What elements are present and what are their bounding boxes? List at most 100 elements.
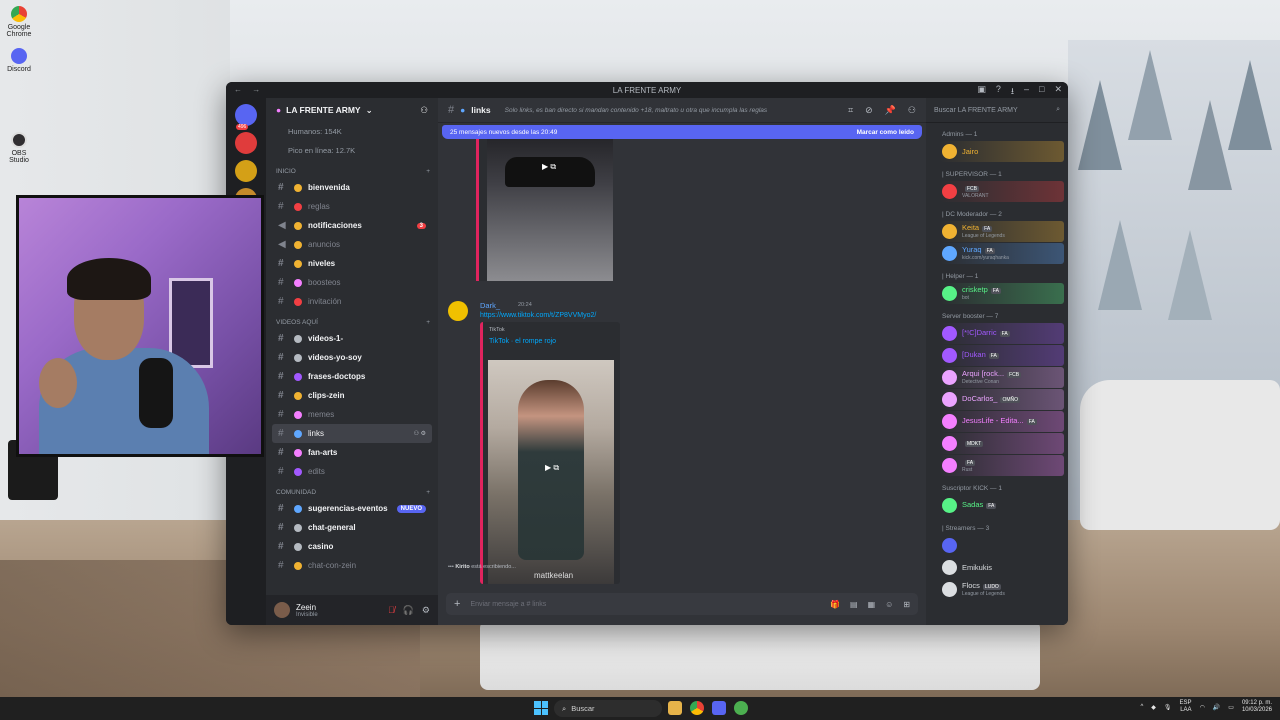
member-item[interactable]: [Dukan FA	[940, 345, 1064, 366]
new-messages-bar[interactable]: 25 mensajes nuevos desde las 20:49 Marca…	[442, 125, 922, 139]
channel-label: bienvenida	[308, 183, 350, 192]
mute-mic-icon[interactable]: 🎙̸	[388, 605, 395, 616]
add-member-icon[interactable]: ⚇	[420, 105, 428, 116]
server-icon[interactable]: 496	[235, 104, 257, 130]
mark-as-read-button[interactable]: Marcar como leído	[857, 129, 914, 136]
channel-reglas[interactable]: # reglas	[272, 197, 432, 216]
threads-icon[interactable]: ⌗	[848, 105, 853, 116]
channel-casino[interactable]: # casino	[272, 537, 432, 556]
avatar[interactable]	[448, 301, 468, 321]
channel-chat-general[interactable]: # chat-general	[272, 518, 432, 537]
member-item[interactable]: Flocs LUDO League of Legends	[940, 579, 1064, 600]
wifi-icon[interactable]: ◠	[1200, 704, 1205, 711]
channel-memes[interactable]: # memes	[272, 405, 432, 424]
search-input[interactable]: Buscar LA FRENTE ARMY ⌕	[926, 98, 1068, 123]
channel-category[interactable]: INICIO +	[266, 160, 438, 178]
channel-videos-yo-soy[interactable]: # videos-yo-soy	[272, 348, 432, 367]
apps-icon[interactable]: ⊞	[903, 600, 910, 609]
member-item[interactable]: Arqui [rock... FCB Detective Conan	[940, 367, 1064, 388]
message-composer[interactable]: + Enviar mensaje a # links 🎁 ▤ ▦ ☺ ⊞	[446, 593, 918, 615]
server-header[interactable]: ● LA FRENTE ARMY ⌄ ⚇	[266, 98, 438, 122]
member-item[interactable]: JesusLife - Edita... FA	[940, 411, 1064, 432]
member-item[interactable]: Yuraq FA kick.com/yuraqhanka	[940, 243, 1064, 264]
channel-edits[interactable]: # edits	[272, 462, 432, 481]
play-icon[interactable]: ▶ ⧉	[535, 159, 563, 175]
member-item[interactable]: FA Rust	[940, 455, 1064, 476]
member-item[interactable]: DoCarlos_ OMÑO	[940, 389, 1064, 410]
desktop-icon-chrome[interactable]: Google Chrome	[6, 6, 32, 38]
channel-category[interactable]: COMUNIDAD +	[266, 481, 438, 499]
tray-app-icon[interactable]: ◆	[1151, 704, 1156, 711]
channel-chat-con-zein[interactable]: # chat-con-zein	[272, 556, 432, 575]
channel-links[interactable]: # links ⚇ ⚙	[272, 424, 432, 443]
play-icon[interactable]: ▶ ⧉	[538, 460, 566, 476]
notification-mute-icon[interactable]: ⊘	[865, 105, 873, 116]
clock[interactable]: 09:12 p. m. 10/03/2026	[1242, 700, 1272, 714]
hash-icon: #	[278, 258, 284, 269]
channel-videos-1[interactable]: # videos-1-	[272, 329, 432, 348]
member-activity: Rust	[962, 466, 973, 473]
channel-fan-arts[interactable]: # fan-arts	[272, 443, 432, 462]
deafen-icon[interactable]: 🎧	[403, 605, 414, 616]
gif-icon[interactable]: ▤	[850, 600, 858, 609]
member-item[interactable]: Emikukis	[940, 557, 1064, 578]
composer-placeholder[interactable]: Enviar mensaje a # links	[470, 601, 546, 608]
chrome-icon[interactable]	[690, 701, 704, 715]
member-item[interactable]: MDKT	[940, 433, 1064, 454]
sticker-icon[interactable]: ▦	[868, 600, 876, 609]
channel-emoji-icon	[294, 467, 302, 476]
member-item[interactable]: Sadas FA	[940, 495, 1064, 516]
desktop-icon-discord[interactable]: Discord	[6, 48, 32, 73]
video-thumbnail[interactable]: ▶ ⧉	[487, 139, 613, 281]
member-list-icon[interactable]: ⚇	[908, 105, 916, 116]
nav-arrows[interactable]: ← →	[234, 85, 264, 94]
channel-notificaciones[interactable]: ◀ notificaciones 3	[272, 216, 432, 235]
channel-emoji-icon	[294, 334, 302, 343]
volume-icon[interactable]: 🔊	[1213, 704, 1220, 711]
channel-sugerencias-eventos[interactable]: # sugerencias-eventos NUEVO	[272, 499, 432, 518]
app-icon[interactable]	[734, 701, 748, 715]
add-channel-icon[interactable]: +	[426, 319, 430, 326]
language-indicator[interactable]: ESP LAA	[1180, 700, 1192, 714]
channel-invitaci-n[interactable]: # invitación	[272, 292, 432, 311]
channel-anuncios[interactable]: ◀ anuncios	[272, 235, 432, 254]
gear-icon[interactable]: ⚙	[422, 605, 430, 616]
channel-boosteos[interactable]: # boosteos	[272, 273, 432, 292]
gift-icon[interactable]: 🎁	[830, 600, 840, 609]
channel-topic[interactable]: Solo links, es ban directo si mandan con…	[505, 107, 768, 114]
video-thumbnail[interactable]: ▶ ⧉ mattkeelan	[488, 360, 614, 584]
channel-badge: NUEVO	[396, 504, 426, 513]
member-item[interactable]: Keita FA League of Legends	[940, 221, 1064, 242]
taskbar-search[interactable]: ⌕ Buscar	[554, 700, 662, 717]
member-item[interactable]: [*!C]Darric FA	[940, 323, 1064, 344]
add-channel-icon[interactable]: +	[426, 489, 430, 496]
channel-bienvenida[interactable]: # bienvenida	[272, 178, 432, 197]
file-explorer-icon[interactable]	[668, 701, 682, 715]
attach-plus-icon[interactable]: +	[454, 598, 460, 610]
channel-category[interactable]: VIDEOS AQUÍ +	[266, 311, 438, 329]
server-icon[interactable]	[235, 132, 257, 154]
chevron-up-icon[interactable]: ^	[1140, 704, 1143, 710]
message-link[interactable]: https://www.tiktok.com/t/ZP8VVMyo2/	[480, 312, 596, 319]
role-header: | Helper — 1	[942, 273, 979, 280]
embed-title[interactable]: TikTok · el rompe rojo	[489, 338, 556, 345]
desktop-icon-obs[interactable]: OBS Studio	[6, 132, 32, 164]
pin-icon[interactable]: 📌	[885, 105, 896, 116]
avatar[interactable]	[274, 602, 290, 618]
server-icon[interactable]	[235, 160, 257, 182]
mic-icon[interactable]: 🎙	[1164, 704, 1172, 711]
member-item[interactable]: Jairo	[940, 141, 1064, 162]
channel-niveles[interactable]: # niveles	[272, 254, 432, 273]
windows-start-icon[interactable]	[534, 701, 548, 715]
battery-icon[interactable]: ▭	[1228, 704, 1234, 711]
member-item[interactable]	[940, 535, 1064, 556]
member-item[interactable]: crisketp FA bot	[940, 283, 1064, 304]
channel-frases-doctops[interactable]: # frases-doctops	[272, 367, 432, 386]
emoji-icon[interactable]: ☺	[885, 600, 893, 609]
channel-clips-zein[interactable]: # clips-zein	[272, 386, 432, 405]
member-item[interactable]: FCB VALORANT	[940, 181, 1064, 202]
discord-icon[interactable]	[712, 701, 726, 715]
add-channel-icon[interactable]: +	[426, 168, 430, 175]
channel-settings-icon[interactable]: ⚇ ⚙	[414, 430, 426, 437]
message-author[interactable]: Dark_	[480, 301, 500, 310]
